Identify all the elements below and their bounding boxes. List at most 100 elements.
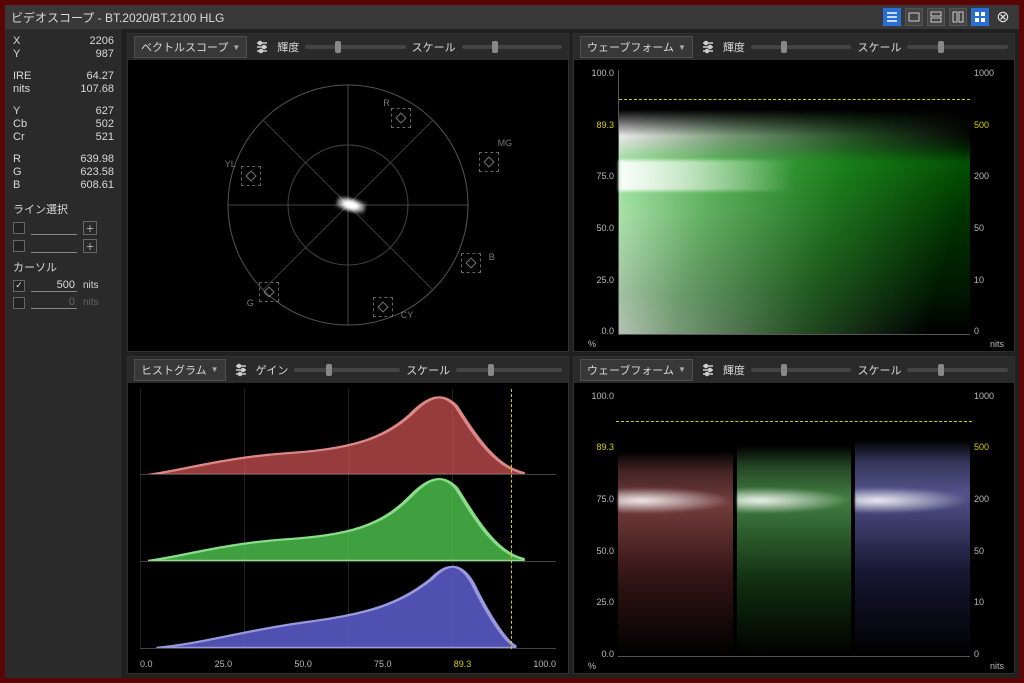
options-icon[interactable] xyxy=(699,361,717,379)
parade-b xyxy=(855,393,970,657)
scale-label: スケール xyxy=(406,362,450,378)
brightness-slider[interactable] xyxy=(751,45,852,49)
right-axis: 1000 500 200 50 10 0 xyxy=(974,391,1010,660)
panel-header: ウェーブフォーム ▼ 輝度 スケール xyxy=(574,357,1014,383)
right-unit: nits xyxy=(990,661,1004,671)
panels-grid: ベクトルスコープ ▼ 輝度 スケール xyxy=(123,29,1019,678)
scale-label: スケール xyxy=(412,39,456,55)
line1-checkbox[interactable] xyxy=(13,222,25,234)
window-body: X2206 Y987 IRE64.27 nits107.68 Y627 Cb50… xyxy=(5,29,1019,678)
vs-target-mg: MG xyxy=(498,138,513,148)
vs-target-g: G xyxy=(247,298,254,308)
gain-slider[interactable] xyxy=(294,368,400,372)
brightness-slider[interactable] xyxy=(305,45,405,49)
cursor1-checkbox[interactable] xyxy=(13,280,25,292)
stat-label: Y xyxy=(13,105,20,117)
waveform-luma-display: 100.0 89.3 75.0 50.0 25.0 0.0 1000 500 2… xyxy=(574,60,1014,351)
vs-target-yl: YL xyxy=(225,159,236,169)
scale-slider[interactable] xyxy=(462,45,562,49)
layout-single-icon[interactable] xyxy=(905,8,923,26)
line1-input[interactable] xyxy=(31,222,77,235)
window-title: ビデオスコープ - BT.2020/BT.2100 HLG xyxy=(11,9,224,26)
stat-value: 623.58 xyxy=(80,166,114,178)
scale-slider[interactable] xyxy=(456,368,562,372)
scope-type-dropdown[interactable]: ウェーブフォーム ▼ xyxy=(580,36,693,58)
vectorscope-display: R MG B CY G YL xyxy=(128,60,568,351)
parade-r xyxy=(618,393,733,657)
stat-label: R xyxy=(13,153,21,165)
scope-type-dropdown[interactable]: ベクトルスコープ ▼ xyxy=(134,36,247,58)
line2-input[interactable] xyxy=(31,240,77,253)
layout-list-icon[interactable] xyxy=(883,8,901,26)
stat-value: 521 xyxy=(96,131,114,143)
scale-slider[interactable] xyxy=(907,45,1008,49)
stat-value: 2206 xyxy=(90,35,114,47)
scope-type-dropdown[interactable]: ヒストグラム ▼ xyxy=(134,359,226,381)
cursor-label: カーソル xyxy=(13,259,114,275)
waveform-highlight xyxy=(619,160,795,192)
stat-label: nits xyxy=(13,83,30,95)
histogram-plot xyxy=(140,389,556,650)
layout-grid-icon[interactable] xyxy=(971,8,989,26)
brightness-slider[interactable] xyxy=(751,368,852,372)
brightness-label: 輝度 xyxy=(277,39,299,55)
waveform-rgb-display: 100.0 89.3 75.0 50.0 25.0 0.0 1000 500 2… xyxy=(574,383,1014,674)
hist-marker-line xyxy=(511,389,512,650)
right-unit: nits xyxy=(990,339,1004,349)
gain-label: ゲイン xyxy=(256,362,289,378)
layout-cols-icon[interactable] xyxy=(949,8,967,26)
cursor1-unit: nits xyxy=(83,280,99,291)
right-axis: 1000 500 200 50 10 0 xyxy=(974,68,1010,337)
waveform-luma-panel: ウェーブフォーム ▼ 輝度 スケール 100.0 xyxy=(573,33,1015,352)
hist-channel-g xyxy=(140,475,556,562)
scope-type-dropdown[interactable]: ウェーブフォーム ▼ xyxy=(580,359,693,381)
vs-target-cy: CY xyxy=(401,310,414,320)
waveform-rgb-panel: ウェーブフォーム ▼ 輝度 スケール 100.0 xyxy=(573,356,1015,675)
vectorscope-panel: ベクトルスコープ ▼ 輝度 スケール xyxy=(127,33,569,352)
line2-checkbox[interactable] xyxy=(13,240,25,252)
left-axis: 100.0 89.3 75.0 50.0 25.0 0.0 xyxy=(578,68,614,337)
hist-channel-b xyxy=(140,562,556,649)
cursor2-unit: nits xyxy=(83,297,99,308)
parade-g xyxy=(737,393,852,657)
options-icon[interactable] xyxy=(253,38,271,56)
scale-label: スケール xyxy=(857,39,901,55)
chevron-down-icon: ▼ xyxy=(211,365,219,374)
stat-value: 987 xyxy=(96,48,114,60)
scale-label: スケール xyxy=(857,362,901,378)
chevron-down-icon: ▼ xyxy=(678,43,686,52)
histogram-panel: ヒストグラム ▼ ゲイン スケール xyxy=(127,356,569,675)
cursor2-input[interactable] xyxy=(31,296,77,309)
vs-target-r: R xyxy=(383,98,390,108)
videoscope-window: ビデオスコープ - BT.2020/BT.2100 HLG ⊗ X 2206 Y 9… xyxy=(5,5,1019,678)
brightness-label: 輝度 xyxy=(723,39,745,55)
hist-xaxis: 0.0 25.0 50.0 75.0 89.3 100.0 xyxy=(140,659,556,669)
stat-value: 502 xyxy=(96,118,114,130)
options-icon[interactable] xyxy=(232,361,250,379)
stat-label: IRE xyxy=(13,70,31,82)
layout-rows-icon[interactable] xyxy=(927,8,945,26)
chevron-down-icon: ▼ xyxy=(232,43,240,52)
stat-value: 64.27 xyxy=(86,70,114,82)
line1-target-icon[interactable]: ＋ xyxy=(83,221,97,235)
scale-slider[interactable] xyxy=(907,368,1008,372)
waveform-trace xyxy=(619,70,970,334)
waveform-plot xyxy=(618,70,970,335)
line2-target-icon[interactable]: ＋ xyxy=(83,239,97,253)
cursor2-checkbox[interactable] xyxy=(13,297,25,309)
close-button[interactable]: ⊗ xyxy=(993,7,1013,27)
titlebar: ビデオスコープ - BT.2020/BT.2100 HLG ⊗ xyxy=(5,5,1019,29)
histogram-display: 0.0 25.0 50.0 75.0 89.3 100.0 xyxy=(128,383,568,674)
left-unit: % xyxy=(588,661,596,671)
dropdown-label: ベクトルスコープ xyxy=(141,39,228,55)
cursor1-input[interactable] xyxy=(31,279,77,292)
options-icon[interactable] xyxy=(699,38,717,56)
stat-value: 627 xyxy=(96,105,114,117)
vs-target-b: B xyxy=(489,252,495,262)
left-axis: 100.0 89.3 75.0 50.0 25.0 0.0 xyxy=(578,391,614,660)
dropdown-label: ヒストグラム xyxy=(141,362,207,378)
brightness-label: 輝度 xyxy=(723,362,745,378)
stat-value: 608.61 xyxy=(80,179,114,191)
sidebar: X2206 Y987 IRE64.27 nits107.68 Y627 Cb50… xyxy=(5,29,123,678)
stat-label: X xyxy=(13,35,20,47)
